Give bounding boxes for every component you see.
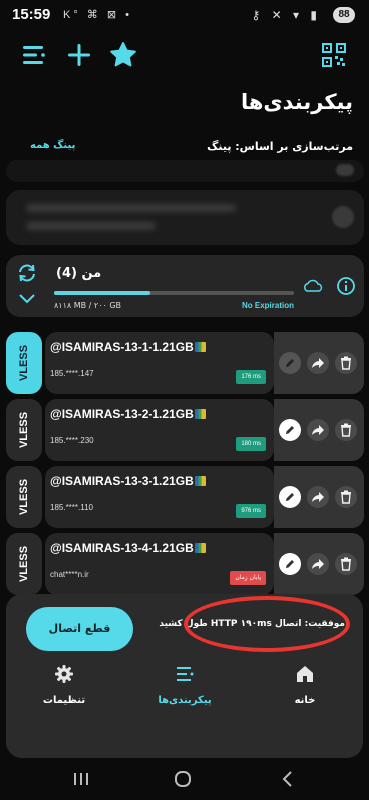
gear-icon bbox=[9, 664, 119, 689]
blurred-config-card bbox=[6, 160, 364, 182]
chevron-down-icon[interactable] bbox=[16, 291, 38, 312]
delete-icon[interactable] bbox=[335, 486, 357, 508]
delete-icon[interactable] bbox=[335, 352, 357, 374]
usage-progress-bar bbox=[54, 291, 294, 295]
subscription-card[interactable]: من (4) ۸۱۱۸ MB / ۲۰۰ GB No Expiration bbox=[6, 255, 364, 317]
delete-icon[interactable] bbox=[335, 553, 357, 575]
nav-home-label: خانه bbox=[294, 695, 316, 706]
add-icon[interactable] bbox=[64, 40, 94, 70]
protocol-label: VLESS bbox=[18, 545, 31, 583]
bar-chart-emoji-icon bbox=[194, 543, 206, 553]
home-icon bbox=[250, 664, 360, 689]
home-system-icon[interactable] bbox=[174, 770, 192, 793]
bar-chart-emoji-icon bbox=[194, 409, 206, 419]
nav-home[interactable]: خانه bbox=[250, 664, 360, 706]
server-actions bbox=[274, 399, 364, 461]
highlight-annotation bbox=[184, 596, 350, 652]
server-actions bbox=[274, 332, 364, 394]
nav-settings[interactable]: تنظیمات bbox=[9, 664, 119, 706]
share-icon[interactable] bbox=[307, 419, 329, 441]
server-address: 185.****.110 bbox=[50, 503, 93, 512]
protocol-label: VLESS bbox=[18, 478, 31, 516]
page-title: پیکربندی‌ها bbox=[240, 90, 353, 114]
server-name: @ISAMIRAS-13-1-1.21GB bbox=[50, 340, 206, 354]
protocol-label: VLESS bbox=[18, 411, 31, 449]
server-row[interactable]: @ISAMIRAS-13-3-1.21GB 185.****.110 976 ms bbox=[45, 466, 274, 528]
nav-settings-label: تنظیمات bbox=[42, 695, 86, 706]
expiry-text: No Expiration bbox=[242, 301, 295, 310]
list-icon bbox=[130, 664, 240, 689]
menu-icon[interactable] bbox=[20, 40, 50, 70]
server-actions bbox=[274, 533, 364, 595]
server-name: @ISAMIRAS-13-4-1.21GB bbox=[50, 541, 206, 555]
server-actions bbox=[274, 466, 364, 528]
subscription-title: من (4) bbox=[56, 266, 102, 281]
share-icon[interactable] bbox=[307, 352, 329, 374]
disconnect-button[interactable]: قطع اتصال bbox=[26, 607, 133, 651]
refresh-icon[interactable] bbox=[16, 263, 38, 288]
ping-all-button[interactable]: پینگ همه bbox=[30, 140, 75, 151]
server-address: 185.****.230 bbox=[50, 436, 94, 445]
nav-configs[interactable]: پیکربندی‌ها bbox=[130, 664, 240, 706]
protocol-tag[interactable]: VLESS bbox=[6, 533, 42, 595]
system-status-icons: ⚷ ✕ ▾ ▮ bbox=[251, 8, 321, 22]
info-icon[interactable] bbox=[336, 276, 356, 301]
protocol-tag[interactable]: VLESS bbox=[6, 399, 42, 461]
blurred-config-card bbox=[6, 190, 364, 245]
server-row[interactable]: @ISAMIRAS-13-1-1.21GB 185.****.147 176 ms bbox=[45, 332, 274, 394]
edit-icon[interactable] bbox=[279, 419, 301, 441]
ping-badge: 976 ms bbox=[236, 504, 266, 518]
edit-icon[interactable] bbox=[279, 553, 301, 575]
ping-badge: 180 ms bbox=[236, 437, 266, 451]
server-row[interactable]: @ISAMIRAS-13-2-1.21GB 185.****.230 180 ms bbox=[45, 399, 274, 461]
battery-icon: 88 bbox=[333, 7, 355, 23]
share-icon[interactable] bbox=[307, 553, 329, 575]
server-row[interactable]: @ISAMIRAS-13-4-1.21GB chat****n.ir پایان ز… bbox=[45, 533, 274, 595]
share-icon[interactable] bbox=[307, 486, 329, 508]
sort-by-ping-label[interactable]: مرتب‌سازی بر اساس: پینگ bbox=[207, 140, 353, 153]
recent-apps-icon[interactable] bbox=[72, 771, 90, 792]
usage-text: ۸۱۱۸ MB / ۲۰۰ GB bbox=[54, 301, 122, 310]
status-time: 15:59 bbox=[12, 6, 51, 23]
protocol-tag[interactable]: VLESS bbox=[6, 466, 42, 528]
usage-progress-fill bbox=[54, 291, 150, 295]
status-bar: 15:59 K° ⌘ ⊠ • ⚷ ✕ ▾ ▮ 88 bbox=[0, 0, 369, 30]
protocol-label: VLESS bbox=[18, 344, 31, 382]
star-icon[interactable] bbox=[108, 40, 138, 70]
nav-configs-label: پیکربندی‌ها bbox=[158, 695, 212, 706]
server-address: 185.****.147 bbox=[50, 369, 94, 378]
protocol-tag[interactable]: VLESS bbox=[6, 332, 42, 394]
edit-icon[interactable] bbox=[279, 486, 301, 508]
ping-badge: 176 ms bbox=[236, 370, 266, 384]
system-navigation-bar bbox=[0, 758, 369, 800]
server-name: @ISAMIRAS-13-2-1.21GB bbox=[50, 407, 206, 421]
ping-badge: پایان زمان bbox=[230, 571, 266, 585]
notification-icons: K° ⌘ ⊠ • bbox=[63, 9, 132, 21]
bar-chart-emoji-icon bbox=[194, 342, 206, 352]
bar-chart-emoji-icon bbox=[194, 476, 206, 486]
cloud-icon bbox=[302, 279, 324, 298]
qr-scan-icon[interactable] bbox=[320, 41, 350, 71]
server-address: chat****n.ir bbox=[50, 570, 89, 579]
back-icon[interactable] bbox=[280, 770, 296, 793]
delete-icon[interactable] bbox=[335, 419, 357, 441]
edit-icon[interactable] bbox=[279, 352, 301, 374]
server-name: @ISAMIRAS-13-3-1.21GB bbox=[50, 474, 206, 488]
